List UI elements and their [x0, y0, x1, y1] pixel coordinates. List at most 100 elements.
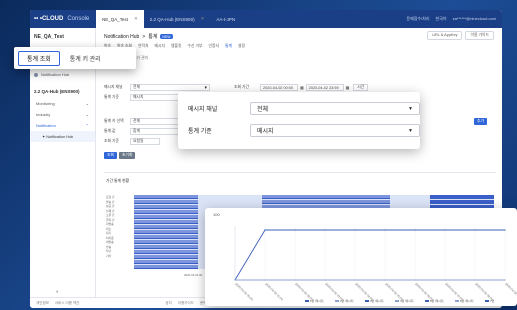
footer-notice[interactable]: 공지	[165, 301, 171, 306]
channel-value: 전체	[133, 85, 140, 89]
sidebar-subitem-notification-hub[interactable]: ✦ Notification Hub	[30, 131, 95, 142]
legend-label: 3번 메시지	[370, 298, 384, 303]
legend-label: 7번	[490, 298, 495, 303]
tab-service[interactable]: 2.2 QA-Hub (ENS900) ✕	[144, 10, 211, 28]
callout-basis-select[interactable]: 메시지 ▼	[250, 124, 420, 137]
footer-privacy[interactable]: 개인정보	[36, 301, 49, 306]
tab-project[interactable]: NE_QA_Test ✕	[96, 10, 144, 28]
org-name[interactable]: NE_QA_Test	[30, 28, 95, 44]
header-actions: URL & AppKey 이용 가이드	[427, 31, 494, 40]
callout-channel-select[interactable]: 전체 ▼	[250, 102, 420, 115]
menu-unsubscribe[interactable]: 수신 거부	[187, 44, 202, 49]
close-icon[interactable]: ✕	[134, 16, 138, 22]
stat-value-label: 통계 값	[104, 129, 116, 133]
channel-select[interactable]: 전체 ▾	[130, 84, 210, 91]
data-point	[354, 279, 356, 281]
footer-terms[interactable]: 서비스 이용 약관	[55, 301, 80, 306]
project-icon	[34, 72, 38, 77]
callout-tab-stats-key[interactable]: 통계 키 관리	[70, 54, 101, 63]
collapse-icon[interactable]: ◐	[56, 289, 59, 295]
date-row: 조회 기간 2020-04-02 00:00 ▦ 2020-04-02 23:5…	[234, 84, 369, 91]
legend-swatch	[425, 300, 429, 302]
data-point	[474, 279, 476, 281]
data-point	[234, 279, 236, 281]
window-tabs: NE_QA_Test ✕ 2.2 QA-Hub (ENS900) ✕ AA-t-JP…	[96, 10, 406, 28]
x-tick-label: 2020-04-02 09:00	[504, 282, 517, 302]
account-menu[interactable]: za******@ninecloud.com	[453, 16, 496, 22]
heatmap-row-labels: 요청 건 발송 건 성공 건 실패 건 오픈 건 클릭 건 미발송 취소 대기 처리중 재발송 반송 차…	[106, 195, 136, 258]
x-tick-label: 2020-04-02 00:00	[234, 282, 254, 302]
console-label: Console	[67, 16, 90, 22]
chevron-up-icon: ⌃	[85, 123, 89, 128]
sidebar-item-notification[interactable]: Notification ⌃	[30, 120, 95, 131]
legend-swatch	[305, 300, 309, 302]
menu-certificates[interactable]: 인증서	[209, 44, 219, 49]
legend-swatch	[455, 300, 459, 302]
data-point	[294, 229, 296, 231]
query-basis-value: 요청일	[133, 139, 144, 143]
channel-label: 메시지 채널	[104, 85, 123, 89]
data-point	[354, 229, 356, 231]
reset-button[interactable]: 초기화	[119, 152, 136, 159]
date-to-input[interactable]: 2020-04-02 23:59	[305, 84, 344, 91]
region-name[interactable]: 2.2 QA-Hub (ENS900)	[30, 79, 95, 98]
sidebar-item-industry[interactable]: Industry ⌄	[30, 109, 95, 120]
menu-contacts[interactable]: 연락처	[138, 44, 148, 49]
data-point	[504, 279, 506, 281]
new-badge: NEW	[160, 34, 173, 39]
sidebar-item-label: Monitoring	[36, 101, 55, 106]
callout-channel-value: 전체	[257, 107, 269, 113]
project-item[interactable]: Notification Hub	[30, 70, 95, 79]
date-to-value: 2020-04-02 23:59	[308, 85, 339, 90]
data-point	[444, 279, 446, 281]
legend-label: 4번 메시지	[400, 298, 414, 303]
query-basis-select[interactable]: 요청일	[130, 138, 160, 145]
menu-templates[interactable]: 템플릿	[171, 44, 181, 49]
calendar-icon[interactable]: ▦	[300, 85, 304, 90]
top-bar: •• •CLOUD Console NE_QA_Test ✕ 2.2 QA-Hub…	[30, 10, 502, 28]
menu-messages[interactable]: 메시지	[155, 44, 165, 49]
data-point	[444, 229, 446, 231]
query-basis-row: 조회 기준 요청일	[104, 138, 160, 145]
language-select[interactable]: 한국어	[436, 16, 447, 22]
callout-channel-label: 메시지 채널	[188, 107, 218, 113]
series-line	[234, 229, 505, 281]
tab-label: AA-t-JPN	[216, 16, 236, 22]
dropdown-arrow-icon: ▼	[408, 105, 413, 112]
unit-select[interactable]: 시간	[353, 84, 369, 91]
data-point	[474, 229, 476, 231]
sidebar-item-monitoring[interactable]: Monitoring ⌄	[30, 98, 95, 109]
crumb-service[interactable]: Notification Hub	[104, 34, 139, 40]
legend-swatch	[365, 300, 369, 302]
tab-label: NE_QA_Test	[102, 16, 129, 22]
legend-label: 2번 메시지	[340, 298, 354, 303]
close-icon[interactable]: ✕	[201, 16, 205, 22]
legend-swatch	[485, 300, 489, 302]
heatmap-x-label: 2020-04-02 00	[184, 273, 203, 277]
menu-settings[interactable]: 설정	[238, 44, 245, 49]
heatmap-row-label: 기타	[106, 253, 112, 258]
guide-button[interactable]: 이용 가이드	[465, 31, 494, 40]
callout-basis-row: 통계 기준 메시지 ▼	[188, 124, 420, 137]
top-right-menu: 문제접수/처리 한국어 za******@ninecloud.com	[406, 16, 502, 22]
calendar-icon[interactable]: ▦	[346, 85, 350, 90]
query-basis-label: 조회 기준	[104, 139, 120, 143]
search-button[interactable]: 조회	[104, 152, 117, 159]
url-appkey-button[interactable]: URL & AppKey	[427, 31, 463, 40]
add-button[interactable]: 추가	[474, 118, 487, 125]
dropdown-arrow-icon: ▾	[204, 84, 207, 91]
date-from-input[interactable]: 2020-04-02 00:00	[260, 84, 298, 91]
basis-label: 통계 기준	[104, 95, 120, 99]
tab-other[interactable]: AA-t-JPN	[210, 10, 241, 28]
crumb-separator: >	[142, 33, 146, 40]
brand-logo[interactable]: •• •CLOUD Console	[30, 10, 96, 28]
legend-swatch	[395, 300, 399, 302]
footer-guide[interactable]: 이용가이드	[178, 301, 194, 306]
support-link[interactable]: 문제접수/처리	[406, 16, 429, 22]
menu-statistics[interactable]: 통계	[225, 44, 232, 49]
callout-tab-stats-query[interactable]: 통계 조회	[18, 50, 60, 66]
legend-label: 6번 메시지	[460, 298, 474, 303]
sidebar-item-label: Industry	[36, 112, 51, 117]
side-action: 추가	[474, 118, 487, 125]
chevron-down-icon: ⌄	[85, 112, 89, 117]
